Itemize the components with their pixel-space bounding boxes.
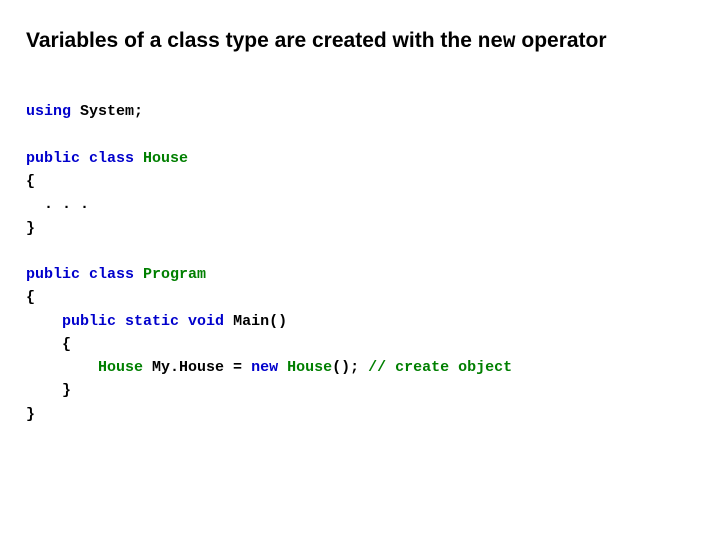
brace-open-2: { [26, 289, 35, 306]
sp [278, 359, 287, 376]
sp [224, 313, 233, 330]
code-block: using System; public class House { . . .… [26, 100, 694, 426]
sp [134, 266, 143, 283]
slide: Variables of a class type are created wi… [0, 0, 720, 540]
brace-close-2: } [26, 406, 35, 423]
kw-using: using [26, 103, 71, 120]
brace-open-1: { [26, 173, 35, 190]
main-ident: Main() [233, 313, 287, 330]
kw-new: new [251, 359, 278, 376]
heading-prefix: Variables of a class type are created wi… [26, 29, 478, 52]
sp [134, 150, 143, 167]
indent [26, 359, 98, 376]
brace-open-3: { [26, 336, 71, 353]
type-house-use-1: House [98, 359, 143, 376]
var-assign: My.House = [152, 359, 251, 376]
heading-suffix: operator [516, 29, 607, 52]
brace-close-3: } [26, 382, 71, 399]
heading-keyword-new: new [478, 31, 516, 54]
brace-close-1: } [26, 220, 35, 237]
slide-heading: Variables of a class type are created wi… [26, 28, 694, 56]
kw-public-class-1: public class [26, 150, 134, 167]
kw-public-class-2: public class [26, 266, 134, 283]
comment-create-object: // create object [368, 359, 512, 376]
type-house-use-2: House [287, 359, 332, 376]
type-house-decl: House [143, 150, 188, 167]
kw-public-static-void: public static void [62, 313, 224, 330]
type-program-decl: Program [143, 266, 206, 283]
txt-system: System; [71, 103, 143, 120]
sp [143, 359, 152, 376]
ctor-call: (); [332, 359, 368, 376]
indent [26, 313, 62, 330]
ellipsis: . . . [26, 196, 89, 213]
